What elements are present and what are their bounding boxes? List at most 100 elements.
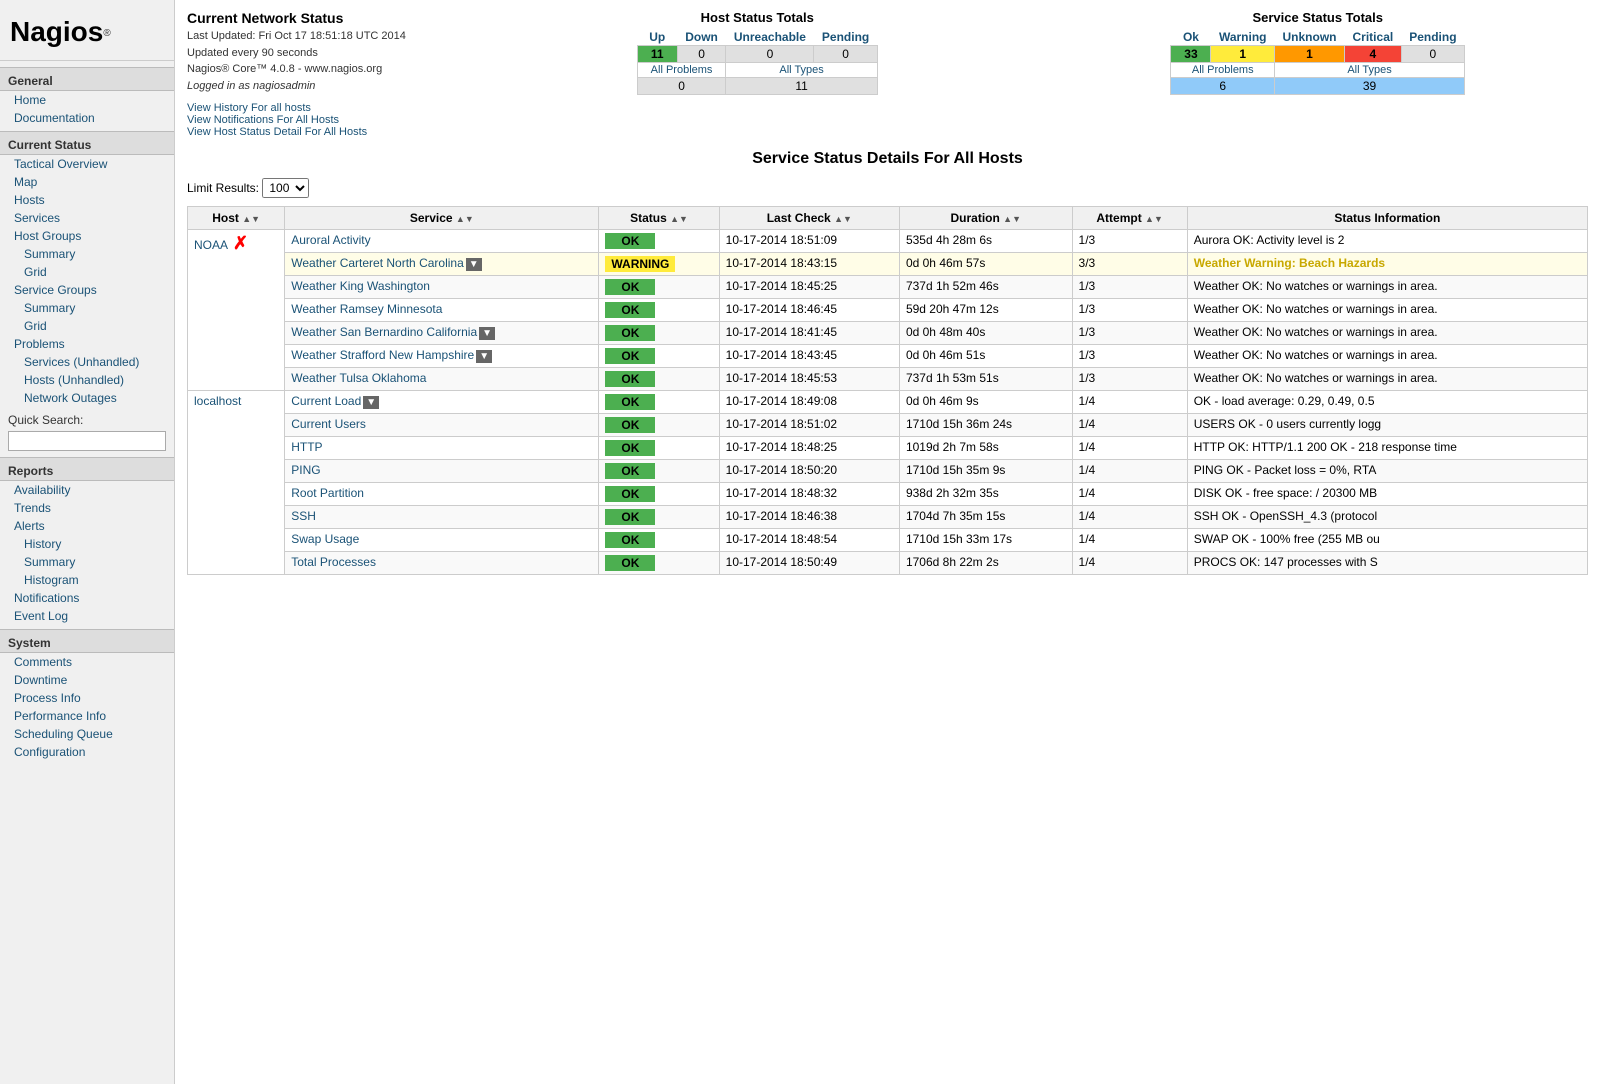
- sidebar-item-hosts-unhandled[interactable]: Hosts (Unhandled): [0, 371, 174, 389]
- last-check-cell: 10-17-2014 18:46:45: [719, 299, 899, 322]
- status-cell: OK: [599, 391, 719, 414]
- sidebar-item-scheduling-queue[interactable]: Scheduling Queue: [0, 725, 174, 743]
- service-name-link[interactable]: Weather Ramsey Minnesota: [291, 302, 442, 316]
- sidebar-item-availability[interactable]: Availability: [0, 481, 174, 499]
- version-info: Nagios® Core™ 4.0.8 - www.nagios.org: [187, 61, 467, 78]
- svc-val-pending[interactable]: 0: [1401, 46, 1464, 63]
- action-icon[interactable]: ▼: [466, 258, 482, 271]
- status-badge[interactable]: OK: [605, 440, 655, 456]
- host-name-link[interactable]: localhost: [194, 394, 241, 408]
- sidebar-item-host-groups[interactable]: Host Groups: [0, 227, 174, 245]
- svc-val-unknown[interactable]: 1: [1275, 46, 1345, 63]
- status-badge[interactable]: OK: [605, 532, 655, 548]
- service-name-link[interactable]: Total Processes: [291, 555, 376, 569]
- sort-last-check[interactable]: ▲▼: [834, 214, 852, 224]
- host-val-up[interactable]: 11: [637, 46, 677, 63]
- sidebar-item-map[interactable]: Map: [0, 173, 174, 191]
- status-cell: OK: [599, 506, 719, 529]
- sidebar-item-downtime[interactable]: Downtime: [0, 671, 174, 689]
- limit-results-select[interactable]: 100 25 50 250: [262, 178, 309, 198]
- svc-val-warning[interactable]: 1: [1211, 46, 1275, 63]
- service-name-link[interactable]: Weather San Bernardino California: [291, 325, 477, 339]
- sidebar-item-service-groups[interactable]: Service Groups: [0, 281, 174, 299]
- sidebar-item-home[interactable]: Home: [0, 91, 174, 109]
- host-val-unreachable[interactable]: 0: [726, 46, 814, 63]
- sidebar-item-alerts-histogram[interactable]: Histogram: [0, 571, 174, 589]
- service-name-link[interactable]: PING: [291, 463, 320, 477]
- action-icon[interactable]: ▼: [363, 396, 379, 409]
- status-badge[interactable]: OK: [605, 463, 655, 479]
- host-val-pending[interactable]: 0: [814, 46, 877, 63]
- host-name-link[interactable]: NOAA: [194, 238, 228, 252]
- service-name-link[interactable]: Weather Strafford New Hampshire: [291, 348, 474, 362]
- sidebar-item-network-outages[interactable]: Network Outages: [0, 389, 174, 407]
- sidebar-item-hostgroups-grid[interactable]: Grid: [0, 263, 174, 281]
- status-badge[interactable]: OK: [605, 325, 655, 341]
- sidebar-item-comments[interactable]: Comments: [0, 653, 174, 671]
- sort-host[interactable]: ▲▼: [242, 214, 260, 224]
- service-name-link[interactable]: Weather Tulsa Oklahoma: [291, 371, 426, 385]
- sidebar-item-trends[interactable]: Trends: [0, 499, 174, 517]
- sidebar-item-problems[interactable]: Problems: [0, 335, 174, 353]
- svc-val-critical[interactable]: 4: [1345, 46, 1402, 63]
- sidebar-item-event-log[interactable]: Event Log: [0, 607, 174, 625]
- status-badge[interactable]: OK: [605, 394, 655, 410]
- sidebar-item-tactical-overview[interactable]: Tactical Overview: [0, 155, 174, 173]
- status-badge[interactable]: OK: [605, 279, 655, 295]
- sort-service[interactable]: ▲▼: [456, 214, 474, 224]
- status-cell: OK: [599, 552, 719, 575]
- action-icon[interactable]: ▼: [479, 327, 495, 340]
- logo-reg: ®: [103, 28, 110, 39]
- status-badge[interactable]: OK: [605, 417, 655, 433]
- sidebar-item-hosts[interactable]: Hosts: [0, 191, 174, 209]
- host-error-icon[interactable]: ✗: [228, 233, 248, 253]
- view-history-link[interactable]: View History For all hosts: [187, 102, 467, 114]
- service-name-link[interactable]: Root Partition: [291, 486, 364, 500]
- status-badge[interactable]: OK: [605, 371, 655, 387]
- sidebar-item-alerts-history[interactable]: History: [0, 535, 174, 553]
- status-badge[interactable]: OK: [605, 509, 655, 525]
- sort-duration[interactable]: ▲▼: [1003, 214, 1021, 224]
- sort-status[interactable]: ▲▼: [670, 214, 688, 224]
- sidebar-item-documentation[interactable]: Documentation: [0, 109, 174, 127]
- status-badge[interactable]: WARNING: [605, 256, 675, 272]
- host-all-problems-label: All Problems: [637, 63, 726, 78]
- sidebar-item-performance-info[interactable]: Performance Info: [0, 707, 174, 725]
- sort-attempt[interactable]: ▲▼: [1145, 214, 1163, 224]
- service-name-link[interactable]: Current Load: [291, 394, 361, 408]
- sidebar-item-process-info[interactable]: Process Info: [0, 689, 174, 707]
- status-info-cell: Weather OK: No watches or warnings in ar…: [1187, 322, 1587, 345]
- sidebar-item-configuration[interactable]: Configuration: [0, 743, 174, 761]
- service-name-link[interactable]: Weather King Washington: [291, 279, 430, 293]
- service-name-link[interactable]: Current Users: [291, 417, 366, 431]
- host-all-problems-val[interactable]: 0: [637, 78, 726, 95]
- status-badge[interactable]: OK: [605, 486, 655, 502]
- service-name-link[interactable]: SSH: [291, 509, 316, 523]
- host-val-down[interactable]: 0: [677, 46, 726, 63]
- quick-search-input[interactable]: [8, 431, 166, 451]
- sidebar-item-services[interactable]: Services: [0, 209, 174, 227]
- action-icon[interactable]: ▼: [476, 350, 492, 363]
- sidebar-item-servicegroups-grid[interactable]: Grid: [0, 317, 174, 335]
- service-cell: SSH: [285, 506, 599, 529]
- service-name-link[interactable]: Auroral Activity: [291, 233, 370, 247]
- service-name-link[interactable]: Swap Usage: [291, 532, 359, 546]
- sidebar-item-notifications[interactable]: Notifications: [0, 589, 174, 607]
- host-all-types-val[interactable]: 11: [726, 78, 877, 95]
- sidebar-item-servicegroups-summary[interactable]: Summary: [0, 299, 174, 317]
- svc-val-ok[interactable]: 33: [1171, 46, 1211, 63]
- status-badge[interactable]: OK: [605, 348, 655, 364]
- status-badge[interactable]: OK: [605, 555, 655, 571]
- sidebar-item-alerts-summary[interactable]: Summary: [0, 553, 174, 571]
- status-badge[interactable]: OK: [605, 233, 655, 249]
- status-badge[interactable]: OK: [605, 302, 655, 318]
- sidebar-item-alerts[interactable]: Alerts: [0, 517, 174, 535]
- service-name-link[interactable]: Weather Carteret North Carolina: [291, 256, 464, 270]
- svc-all-types-val[interactable]: 39: [1275, 78, 1465, 95]
- view-notifications-link[interactable]: View Notifications For All Hosts: [187, 114, 467, 126]
- service-name-link[interactable]: HTTP: [291, 440, 322, 454]
- sidebar-item-hostgroups-summary[interactable]: Summary: [0, 245, 174, 263]
- sidebar-item-services-unhandled[interactable]: Services (Unhandled): [0, 353, 174, 371]
- svc-all-problems-val[interactable]: 6: [1171, 78, 1275, 95]
- view-detail-link[interactable]: View Host Status Detail For All Hosts: [187, 126, 467, 138]
